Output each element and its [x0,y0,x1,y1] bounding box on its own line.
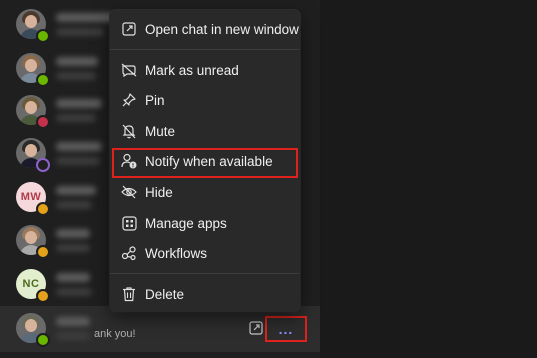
mute-bell-icon [121,123,137,139]
trash-icon [121,286,137,302]
pop-out-icon[interactable] [248,320,264,336]
menu-item-manage-apps[interactable]: Manage apps [110,209,300,237]
menu-item-delete[interactable]: Delete [110,280,300,308]
hide-eye-icon [121,184,137,200]
contact-name-blurred [56,186,96,195]
menu-item-open-chat-new-window[interactable]: Open chat in new window [110,15,300,43]
message-preview-blurred [56,28,104,36]
pin-icon [121,92,137,108]
message-preview-blurred [56,114,96,122]
contact-name-blurred [56,317,90,326]
message-preview-blurred [56,332,90,340]
message-preview-blurred [56,288,92,296]
status-away-icon [36,289,50,303]
menu-item-mute[interactable]: Mute [110,117,300,145]
menu-item-label: Mark as unread [145,62,239,78]
contact-name-blurred [56,13,114,22]
menu-item-label: Hide [145,184,173,200]
status-away-icon [36,202,50,216]
avatar-initials: NC [22,278,40,290]
contact-name-blurred [56,57,98,66]
menu-item-hide[interactable]: Hide [110,178,300,206]
menu-item-label: Manage apps [145,215,227,231]
contact-name-blurred [56,229,90,238]
mark-unread-icon [121,62,137,78]
status-available-icon [36,73,50,87]
message-preview-blurred [56,157,100,165]
more-options-button[interactable]: ... [265,316,307,342]
menu-item-workflows[interactable]: Workflows [110,239,300,267]
menu-item-pin[interactable]: Pin [110,86,300,114]
avatar-initials: MW [20,191,42,203]
contact-name-blurred [56,142,102,151]
menu-item-label: Pin [145,92,165,108]
menu-item-label: Delete [145,286,185,302]
status-available-icon [36,29,50,43]
menu-item-label: Open chat in new window [145,21,299,37]
highlight-annotation [112,148,298,178]
message-preview-blurred [56,244,90,252]
more-options-label: ... [278,321,294,337]
menu-item-mark-as-unread[interactable]: Mark as unread [110,56,300,84]
contact-name-blurred [56,99,102,108]
menu-item-label: Workflows [145,245,208,261]
message-preview-tail: ank you! [94,328,136,340]
message-preview-blurred [56,201,92,209]
menu-divider [110,273,300,274]
contact-name-blurred [56,273,90,282]
apps-grid-icon [121,215,137,231]
pop-out-icon [121,21,137,37]
status-offline-icon [36,158,50,172]
status-busy-icon [36,115,50,129]
status-available-icon [36,333,50,347]
menu-divider [110,49,300,50]
workflows-icon [121,245,137,261]
status-away-icon [36,245,50,259]
conversation-pane [320,0,537,358]
message-preview-blurred [56,72,96,80]
menu-item-label: Mute [145,123,176,139]
